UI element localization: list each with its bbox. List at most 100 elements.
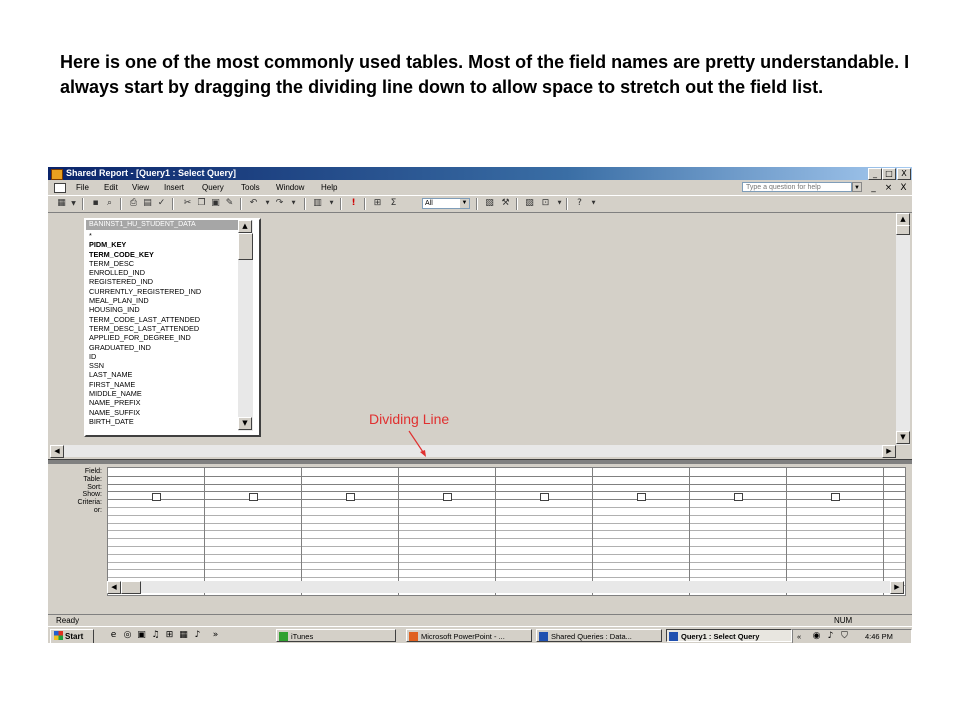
app-icon[interactable]: ▦ — [178, 630, 189, 641]
print-icon[interactable]: ⎙ — [128, 198, 139, 209]
doc-close-button[interactable]: X — [898, 182, 909, 195]
undo-icon[interactable]: ↶ — [248, 198, 259, 209]
field-list-item[interactable]: BIRTH_DATE — [89, 417, 235, 426]
scroll-down-icon[interactable]: ▼ — [238, 417, 252, 430]
copy-icon[interactable]: ❐ — [196, 198, 207, 209]
show-checkbox[interactable] — [831, 492, 840, 501]
menu-help[interactable]: Help — [321, 181, 337, 194]
field-list-scrollbar[interactable]: ▲ ▼ — [238, 220, 253, 431]
field-list-item[interactable]: TERM_CODE_LAST_ATTENDED — [89, 315, 235, 324]
app-icon[interactable]: ♪ — [192, 630, 203, 641]
scroll-right-icon[interactable]: ▶ — [890, 581, 904, 594]
outlook-icon[interactable]: ◎ — [122, 630, 133, 641]
volume-icon[interactable]: ♪ — [825, 631, 836, 642]
taskbar-button[interactable]: Shared Queries : Data... — [536, 629, 662, 642]
properties-icon[interactable]: ▧ — [484, 198, 495, 209]
field-list-item[interactable]: MEAL_PLAN_IND — [89, 296, 235, 305]
field-list-item[interactable]: REGISTERED_IND — [89, 277, 235, 286]
field-list-item[interactable]: GRADUATED_IND — [89, 343, 235, 352]
field-list-window[interactable]: BANINST1_HU_STUDENT_DATA * PIDM_KEY TERM_C… — [84, 218, 261, 437]
media-player-icon[interactable]: ♫ — [150, 630, 161, 641]
menu-window[interactable]: Window — [276, 181, 304, 194]
field-list-item[interactable]: ENROLLED_IND — [89, 268, 235, 277]
internet-explorer-icon[interactable]: e — [108, 630, 119, 641]
grid-column[interactable] — [302, 468, 399, 595]
format-painter-icon[interactable]: ✎ — [224, 198, 235, 209]
scroll-left-icon[interactable]: ◀ — [50, 445, 64, 458]
field-list-item[interactable]: PIDM_KEY — [89, 240, 235, 249]
scroll-down-icon[interactable]: ▼ — [896, 431, 910, 444]
search-icon[interactable]: ⌕ — [104, 198, 115, 209]
pane-horizontal-scrollbar[interactable]: ◀ ▶ — [50, 445, 896, 458]
field-list-item[interactable]: FIRST_NAME — [89, 380, 235, 389]
field-list-title[interactable]: BANINST1_HU_STUDENT_DATA — [86, 220, 239, 230]
taskbar-button[interactable]: Query1 : Select Query — [666, 629, 792, 642]
show-checkbox[interactable] — [249, 492, 258, 501]
close-button[interactable]: X — [897, 168, 911, 180]
maximize-button[interactable]: □ — [882, 168, 896, 180]
grid-horizontal-scrollbar[interactable]: ◀ ▶ — [107, 581, 904, 594]
build-icon[interactable]: ⚒ — [500, 198, 511, 209]
tray-icon[interactable]: ◉ — [811, 631, 822, 642]
redo-icon[interactable]: ↷ — [274, 198, 285, 209]
help-question-box[interactable]: Type a question for help — [742, 182, 852, 192]
menu-view[interactable]: View — [132, 181, 149, 194]
field-list-item[interactable]: * — [89, 231, 235, 240]
doc-minimize-button[interactable]: _ — [868, 182, 879, 195]
toolbar-options-icon[interactable]: ▼ — [588, 198, 599, 209]
grid-column[interactable] — [690, 468, 787, 595]
spelling-icon[interactable]: ✓ — [156, 198, 167, 209]
grid-column[interactable] — [399, 468, 496, 595]
tray-overflow-icon[interactable]: « — [797, 630, 801, 643]
menu-query[interactable]: Query — [202, 181, 224, 194]
minimize-button[interactable]: _ — [868, 168, 882, 180]
taskbar-button[interactable]: iTunes — [276, 629, 396, 642]
access-app-icon[interactable] — [51, 169, 63, 180]
grid-column[interactable] — [787, 468, 884, 595]
taskbar-button[interactable]: Microsoft PowerPoint - ... — [406, 629, 532, 642]
field-list-item[interactable]: HOUSING_IND — [89, 305, 235, 314]
show-checkbox[interactable] — [443, 492, 452, 501]
totals-icon[interactable]: Σ — [388, 198, 399, 209]
run-icon[interactable]: ! — [348, 198, 359, 209]
menu-file[interactable]: File — [76, 181, 89, 194]
field-list-item[interactable]: TERM_CODE_KEY — [89, 250, 235, 259]
field-list-item[interactable]: NAME_SUFFIX — [89, 408, 235, 417]
title-bar[interactable]: Shared Report - [Query1 : Select Query] … — [48, 167, 912, 180]
scroll-up-icon[interactable]: ▲ — [238, 220, 252, 233]
scroll-right-icon[interactable]: ▶ — [882, 445, 896, 458]
view-icon[interactable]: ▦ — [56, 198, 67, 209]
field-list-item[interactable]: MIDDLE_NAME — [89, 389, 235, 398]
show-table-icon[interactable]: ⊞ — [372, 198, 383, 209]
menu-tools[interactable]: Tools — [241, 181, 260, 194]
help-dropdown-arrow[interactable]: ▼ — [852, 182, 862, 192]
undo-dropdown-icon[interactable]: ▼ — [262, 198, 273, 209]
query-doc-icon[interactable] — [54, 183, 66, 193]
start-button[interactable]: Start — [50, 629, 94, 643]
grid-column[interactable] — [884, 468, 905, 595]
scroll-thumb[interactable] — [238, 233, 253, 260]
field-list-item[interactable]: NAME_PREFIX — [89, 398, 235, 407]
redo-dropdown-icon[interactable]: ▼ — [288, 198, 299, 209]
scroll-thumb[interactable] — [121, 581, 141, 594]
field-list-item[interactable]: SSN — [89, 361, 235, 370]
scroll-thumb[interactable] — [896, 225, 910, 235]
menu-edit[interactable]: Edit — [104, 181, 118, 194]
view-dropdown-icon[interactable]: ▼ — [68, 198, 79, 209]
new-object-dropdown-icon[interactable]: ▼ — [554, 198, 565, 209]
show-checkbox[interactable] — [637, 492, 646, 501]
show-checkbox[interactable] — [540, 492, 549, 501]
security-shield-icon[interactable]: ⛉ — [839, 631, 850, 642]
query-type-icon[interactable]: ▥ — [312, 198, 323, 209]
show-checkbox[interactable] — [734, 492, 743, 501]
field-list-item[interactable]: CURRENTLY_REGISTERED_IND — [89, 287, 235, 296]
print-preview-icon[interactable]: ▤ — [142, 198, 153, 209]
quick-launch-overflow-icon[interactable]: » — [210, 630, 221, 641]
database-window-icon[interactable]: ▨ — [524, 198, 535, 209]
scroll-left-icon[interactable]: ◀ — [107, 581, 121, 594]
field-list-item[interactable]: TERM_DESC_LAST_ATTENDED — [89, 324, 235, 333]
show-checkbox[interactable] — [346, 492, 355, 501]
field-list-item[interactable]: ID — [89, 352, 235, 361]
query-type-dropdown-icon[interactable]: ▼ — [326, 198, 337, 209]
design-grid[interactable] — [107, 467, 906, 596]
